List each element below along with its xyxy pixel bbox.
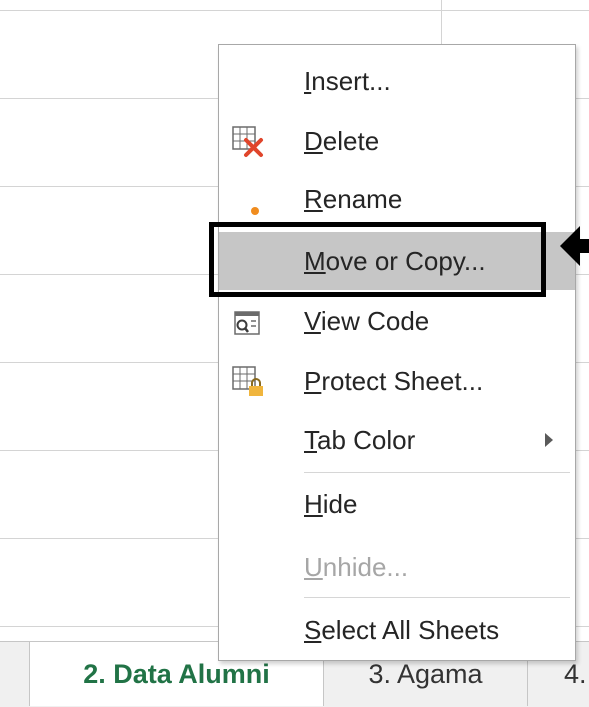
highlight-callout-box bbox=[209, 222, 546, 297]
sheet-tab-context-menu: Insert... Delete Rename Move or Copy... bbox=[218, 44, 576, 661]
menu-item-hide[interactable]: Hide bbox=[219, 475, 575, 533]
menu-item-insert[interactable]: Insert... bbox=[219, 52, 575, 110]
sheet-tab-label: 4. bbox=[564, 658, 587, 689]
submenu-arrow-icon bbox=[545, 433, 553, 447]
sheet-tab-partial[interactable] bbox=[0, 642, 30, 706]
menu-item-unhide: Unhide... bbox=[219, 538, 575, 596]
delete-sheet-icon bbox=[231, 124, 265, 158]
menu-item-delete[interactable]: Delete bbox=[219, 112, 575, 170]
menu-item-label: Hide bbox=[304, 489, 358, 519]
protect-sheet-icon bbox=[231, 364, 265, 398]
grid-column-line bbox=[441, 0, 442, 44]
menu-item-protect-sheet[interactable]: Protect Sheet... bbox=[219, 352, 575, 410]
menu-item-view-code[interactable]: View Code bbox=[219, 292, 575, 350]
menu-item-label: Delete bbox=[304, 126, 380, 156]
menu-item-label: Tab Color bbox=[304, 425, 416, 455]
menu-separator bbox=[304, 472, 570, 473]
menu-item-label: View Code bbox=[304, 306, 430, 336]
menu-item-tab-color[interactable]: Tab Color bbox=[219, 411, 575, 469]
grid-row-line bbox=[0, 10, 589, 11]
sheet-tab-label: 3. Agama bbox=[368, 658, 483, 689]
menu-item-label: Insert... bbox=[304, 66, 391, 96]
menu-item-label: Select All Sheets bbox=[304, 615, 500, 645]
menu-separator bbox=[304, 597, 570, 598]
menu-item-label: Unhide... bbox=[304, 552, 409, 582]
menu-item-rename[interactable]: Rename bbox=[219, 170, 575, 228]
menu-item-label: Protect Sheet... bbox=[304, 366, 484, 396]
menu-item-label: Rename bbox=[304, 184, 403, 214]
view-code-icon bbox=[231, 304, 265, 338]
pointer-arrow-icon bbox=[560, 226, 589, 266]
sheet-tab-label: 2. Data Alumni bbox=[83, 659, 270, 689]
rename-dot-icon bbox=[231, 182, 265, 216]
menu-item-select-all-sheets[interactable]: Select All Sheets bbox=[219, 601, 575, 659]
